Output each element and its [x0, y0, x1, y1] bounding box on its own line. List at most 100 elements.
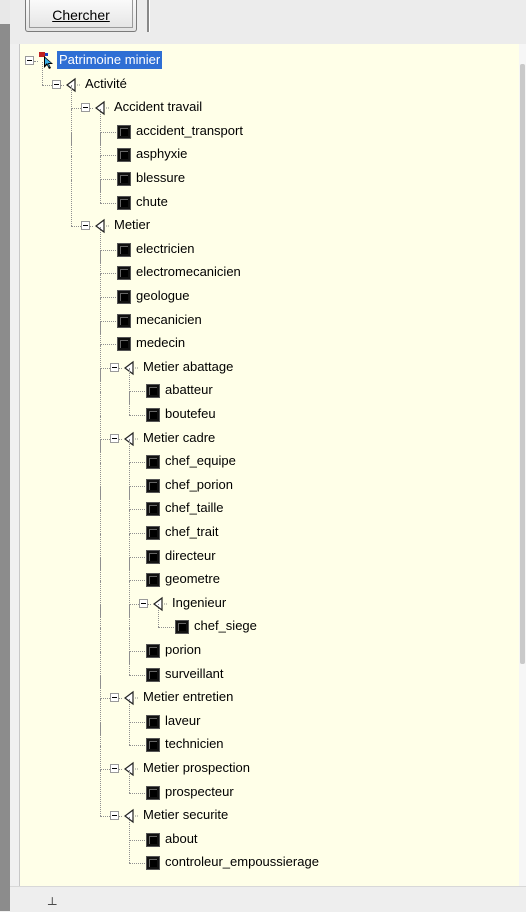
tree-item[interactable]: technicien	[20, 722, 520, 759]
tree-branch-line	[71, 226, 81, 228]
tree-item[interactable]: medecin	[20, 321, 520, 358]
tree-folder[interactable]: Metier entretien	[20, 675, 520, 712]
tree-item[interactable]: electromecanicien	[20, 250, 520, 287]
tree-folder[interactable]: Metier securite	[20, 793, 520, 825]
tree-item[interactable]: about	[20, 816, 520, 853]
folder-triangle-icon	[124, 690, 138, 706]
tree-branch-line	[129, 391, 145, 393]
folder-triangle-icon	[66, 77, 80, 92]
tree-branch-line	[100, 698, 110, 700]
tree-item[interactable]: abatteur	[20, 368, 520, 405]
leaf-square-icon	[146, 644, 160, 658]
folder-triangle-icon	[124, 360, 138, 375]
tree-item-label: chef_equipe	[165, 453, 236, 469]
tree-branch-line	[100, 344, 116, 346]
tree-item-label: surveillant	[165, 665, 224, 681]
tree-item[interactable]: blessure	[20, 156, 520, 192]
tree-item-label: electricien	[136, 240, 195, 256]
left-splitter[interactable]	[0, 0, 10, 911]
tree-branch-line	[100, 297, 116, 298]
tree-item-label: Metier prospection	[143, 760, 250, 775]
tree-branch-line	[129, 651, 145, 652]
leaf-square-icon	[117, 172, 131, 186]
tree-item-label: porion	[165, 642, 202, 657]
leaf-square-icon	[175, 620, 189, 635]
leaf-square-icon	[117, 195, 131, 210]
tree-item[interactable]: surveillant	[20, 651, 520, 688]
tree-item[interactable]: prospecteur	[20, 769, 520, 806]
tree-item[interactable]: directeur	[20, 533, 520, 570]
tree-branch-line	[158, 627, 174, 629]
tree-item[interactable]: geometre	[20, 557, 520, 594]
tree-folder[interactable]: Metier cadre	[20, 415, 520, 452]
tree-folder[interactable]: Ingenieur	[20, 580, 520, 617]
tree-item[interactable]: controleur_empoussierage	[20, 840, 520, 872]
tree-item[interactable]: asphyxie	[20, 132, 520, 169]
tree-item-label: asphyxie	[136, 146, 188, 162]
tree-item[interactable]: chute	[20, 179, 520, 216]
tree-item-label: blessure	[136, 170, 186, 185]
tree-item-label: chef_porion	[165, 476, 233, 492]
tree-folder[interactable]: Metier	[20, 203, 520, 235]
tree-item[interactable]: chef_trait	[20, 510, 520, 546]
toolbar-separator	[147, 0, 150, 32]
tree-branch-line	[129, 745, 145, 747]
tree-item[interactable]: chef_siege	[20, 604, 520, 641]
leaf-square-icon	[146, 455, 160, 470]
tree-item-label: controleur_empoussierage	[165, 854, 319, 870]
leaf-square-icon	[146, 856, 160, 871]
tree-item[interactable]: accident_transport	[20, 108, 520, 145]
folder-triangle-icon	[95, 218, 109, 234]
tree-item[interactable]: laveur	[20, 698, 520, 735]
tree-item[interactable]: geologue	[20, 274, 520, 310]
tree-item[interactable]: boutefeu	[20, 392, 520, 428]
tree-item[interactable]: porion	[20, 628, 520, 664]
tree-item-label: about	[165, 830, 198, 846]
tree-item-label: directeur	[165, 547, 216, 563]
tree-folder[interactable]: Accident travail	[20, 85, 520, 122]
tree-item-label: chute	[136, 193, 168, 209]
leaf-square-icon	[146, 478, 160, 493]
tree-folder[interactable]: Patrimoine minier	[20, 50, 520, 70]
tree-branch-line	[100, 769, 110, 770]
tree-item[interactable]: chef_taille	[20, 486, 520, 523]
leaf-square-icon	[146, 384, 160, 399]
tree-branch-line	[100, 438, 110, 440]
tree-branch-line	[42, 84, 52, 86]
tree-item[interactable]: electricien	[20, 226, 520, 263]
tree-guide-line	[42, 61, 43, 85]
tree-branch-line	[129, 556, 145, 558]
tree-folder[interactable]: Metier prospection	[20, 746, 520, 782]
tree-folder[interactable]: Metier abattage	[20, 344, 520, 381]
tree-guide-line	[129, 769, 130, 793]
tree-item[interactable]: chef_porion	[20, 462, 520, 499]
folder-triangle-icon	[124, 431, 138, 446]
tree-branch-line	[100, 179, 116, 180]
tree-item-label: Metier abattage	[143, 358, 234, 374]
status-icon: ┴	[48, 897, 57, 911]
tree-item[interactable]: mecanicien	[20, 297, 520, 334]
leaf-square-icon	[117, 290, 131, 304]
scrollbar-thumb[interactable]	[520, 64, 525, 664]
tree-item-label: boutefeu	[165, 406, 216, 421]
tree-item-label: Metier cadre	[143, 429, 216, 445]
vertical-scrollbar[interactable]	[519, 44, 526, 886]
tree-guide-line	[129, 392, 130, 415]
folder-triangle-icon	[95, 100, 109, 116]
leaf-square-icon	[117, 266, 131, 281]
tree-item-label: mecanicien	[136, 311, 202, 327]
leaf-square-icon	[146, 832, 160, 847]
folder-triangle-icon	[124, 761, 138, 777]
tree-branch-line	[100, 320, 116, 322]
leaf-square-icon	[117, 124, 131, 139]
search-button-label: Chercher	[52, 7, 110, 23]
tree-folder[interactable]: Activité	[20, 61, 520, 94]
tree-item[interactable]: chef_equipe	[20, 439, 520, 476]
collapse-toggle-icon[interactable]	[25, 56, 34, 65]
leaf-square-icon	[146, 738, 160, 753]
search-button[interactable]: Chercher	[25, 0, 137, 32]
tree-view[interactable]: Patrimoine minier Activité Accident travai…	[19, 44, 520, 886]
tree-branch-line	[100, 249, 116, 251]
tree-guide-line	[158, 604, 159, 628]
leaf-square-icon	[146, 785, 160, 800]
